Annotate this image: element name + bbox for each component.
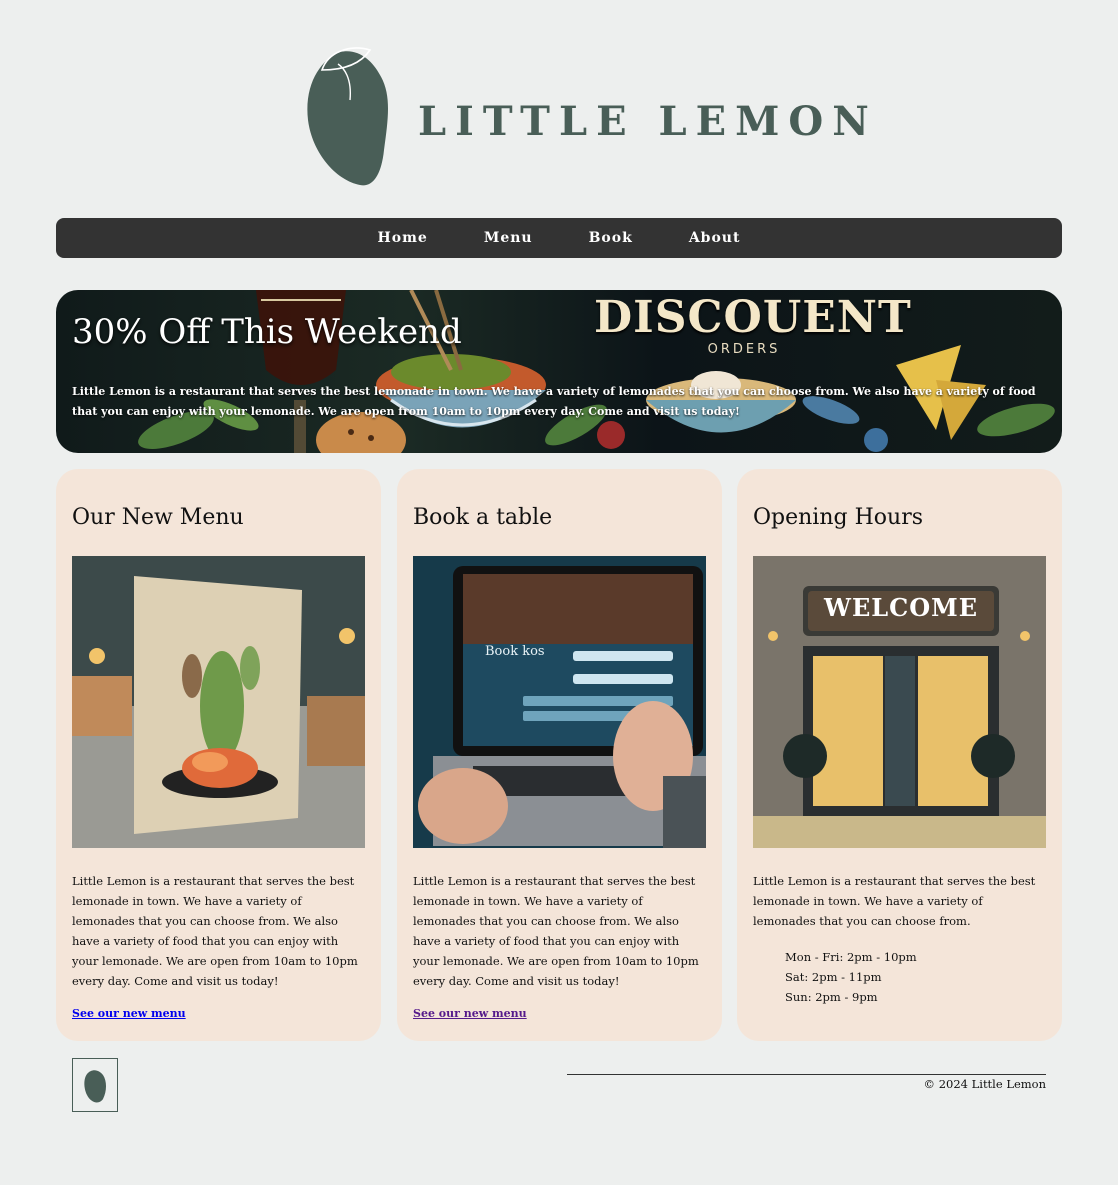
hours-sunday: Sun: 2pm - 9pm bbox=[785, 990, 878, 1004]
storefront-sign-text: WELCOME bbox=[824, 593, 978, 622]
lemon-logo-icon bbox=[84, 1070, 106, 1103]
footer-logo[interactable] bbox=[72, 1058, 118, 1112]
nav-item-about[interactable]: About bbox=[661, 230, 769, 246]
nav-item-book[interactable]: Book bbox=[561, 230, 661, 246]
card-opening-hours: Opening Hours WELCOME Little Lemon is a … bbox=[737, 469, 1062, 1041]
opening-hours-list: Mon - Fri: 2pm - 10pm Sat: 2pm - 11pm Su… bbox=[785, 947, 917, 1007]
copyright-text: © 2024 Little Lemon bbox=[923, 1077, 1046, 1091]
card-new-menu: Our New Menu Little Lemon is a restauran… bbox=[56, 469, 381, 1041]
site-logo[interactable]: LITTLE LEMON bbox=[300, 40, 869, 190]
card-title: Book a table bbox=[413, 505, 553, 530]
hours-saturday: Sat: 2pm - 11pm bbox=[785, 970, 882, 984]
promo-banner: DISCOUENT ORDERS 30% Off This Weekend Li… bbox=[56, 290, 1062, 453]
see-menu-link[interactable]: See our new menu bbox=[72, 1007, 186, 1020]
card-title: Opening Hours bbox=[753, 505, 923, 530]
nav-item-menu[interactable]: Menu bbox=[456, 230, 561, 246]
card-book-table: Book a table Book kos Little Lemon is a … bbox=[397, 469, 722, 1041]
promo-text: Little Lemon is a restaurant that serves… bbox=[72, 385, 1036, 418]
main-nav: Home Menu Book About bbox=[56, 218, 1062, 258]
banner-image-heading: DISCOUENT bbox=[594, 292, 912, 343]
lemon-logo-icon bbox=[307, 47, 388, 186]
laptop-booking-image: Book kos bbox=[413, 556, 706, 848]
see-menu-link[interactable]: See our new menu bbox=[413, 1007, 527, 1020]
card-title: Our New Menu bbox=[72, 505, 244, 530]
menu-dish-image bbox=[72, 556, 365, 848]
banner-image-subheading: ORDERS bbox=[707, 342, 781, 357]
laptop-screen-text: Book kos bbox=[485, 644, 545, 659]
card-text: Little Lemon is a restaurant that serves… bbox=[753, 874, 1036, 928]
card-text: Little Lemon is a restaurant that serves… bbox=[413, 874, 699, 988]
hours-weekday: Mon - Fri: 2pm - 10pm bbox=[785, 950, 917, 964]
card-text: Little Lemon is a restaurant that serves… bbox=[72, 874, 358, 988]
storefront-image: WELCOME bbox=[753, 556, 1046, 848]
footer-divider bbox=[567, 1074, 1046, 1075]
nav-item-home[interactable]: Home bbox=[350, 230, 456, 246]
brand-name: LITTLE LEMON bbox=[418, 98, 878, 145]
promo-title: 30% Off This Weekend bbox=[72, 312, 462, 352]
